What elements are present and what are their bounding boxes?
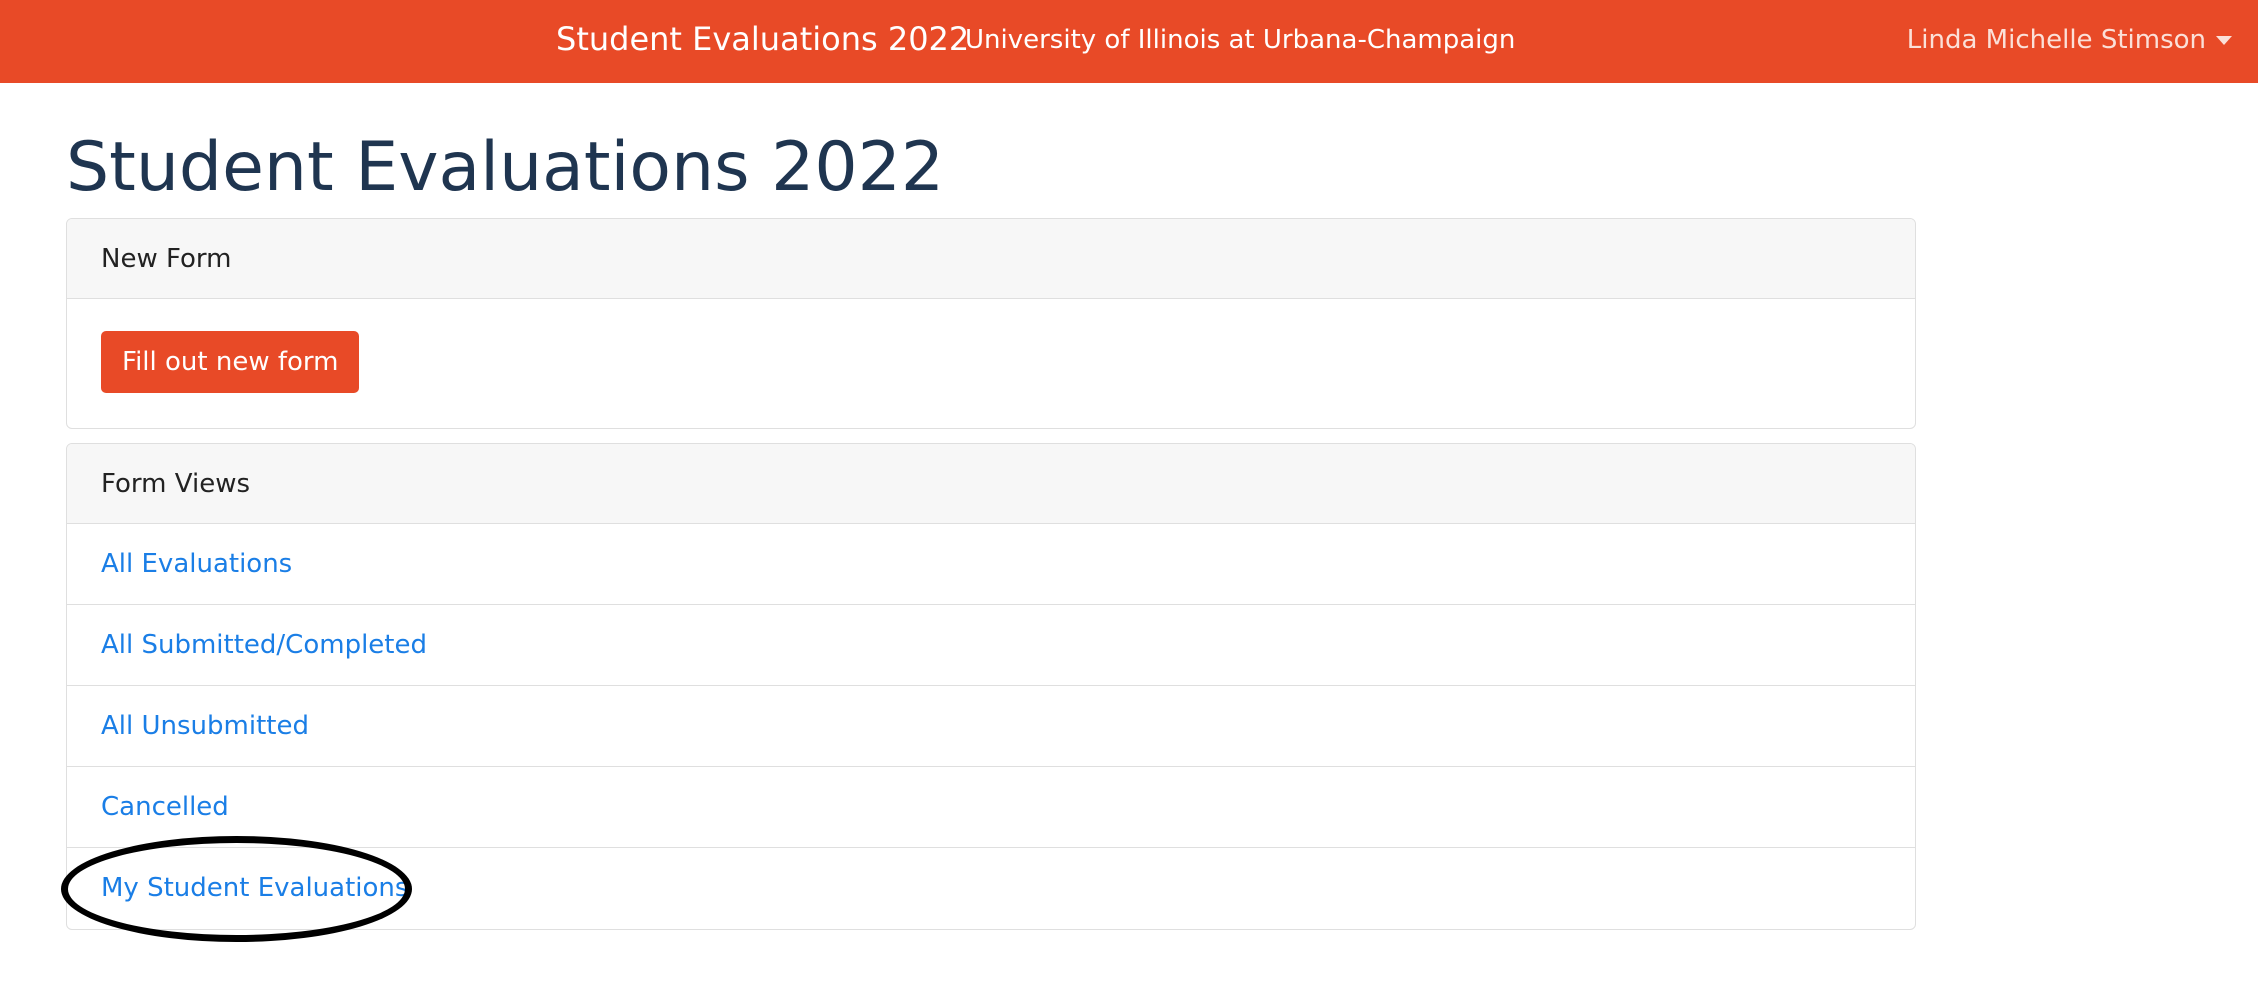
list-item: All Evaluations: [67, 524, 1915, 605]
new-form-card: New Form Fill out new form: [66, 218, 1916, 429]
navbar-university-link[interactable]: University of Illinois at Urbana-Champai…: [965, 23, 1515, 57]
form-views-card-header: Form Views: [67, 444, 1915, 524]
all-submitted-completed-link[interactable]: All Submitted/Completed: [101, 630, 427, 660]
list-item: Cancelled: [67, 767, 1915, 848]
list-item: My Student Evaluations: [67, 848, 1915, 929]
fill-out-new-form-button[interactable]: Fill out new form: [101, 331, 360, 393]
user-menu-dropdown[interactable]: Linda Michelle Stimson: [1907, 23, 2232, 57]
form-views-card: Form Views All Evaluations All Submitted…: [66, 443, 1916, 930]
all-evaluations-link[interactable]: All Evaluations: [101, 549, 292, 579]
list-item: All Unsubmitted: [67, 686, 1915, 767]
all-unsubmitted-link[interactable]: All Unsubmitted: [101, 711, 309, 741]
my-student-evaluations-link[interactable]: My Student Evaluations: [101, 873, 408, 903]
caret-down-icon: [2216, 35, 2232, 45]
user-name: Linda Michelle Stimson: [1906, 25, 2206, 55]
page-title: Student Evaluations 2022: [66, 128, 945, 207]
list-item: All Submitted/Completed: [67, 605, 1915, 686]
navbar-brand-link[interactable]: Student Evaluations 2022: [556, 18, 969, 60]
new-form-card-body: Fill out new form: [67, 299, 1915, 428]
cancelled-link[interactable]: Cancelled: [101, 792, 229, 822]
new-form-card-header: New Form: [67, 219, 1915, 299]
form-views-list: All Evaluations All Submitted/Completed …: [67, 524, 1915, 929]
top-navbar: Student Evaluations 2022 University of I…: [0, 0, 2258, 83]
